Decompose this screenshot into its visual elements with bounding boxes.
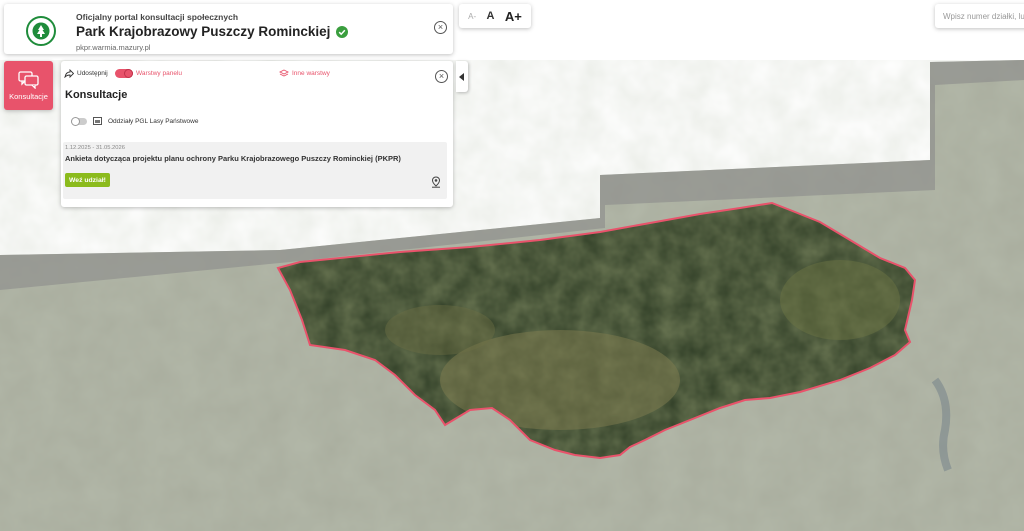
consultations-panel: Udostępnij Warstwy panelu Inne warstwy ×… <box>61 61 453 207</box>
consultation-dates: 1.12.2025 - 31.05.2026 <box>65 145 125 151</box>
konsultacje-label: Konsultacje <box>9 91 48 101</box>
park-title-text: Park Krajobrazowy Puszczy Rominckiej <box>76 24 331 39</box>
panel-toolbar: Udostępnij Warstwy panelu Inne warstwy <box>61 69 453 83</box>
header-card: Oficjalny portal konsultacji społecznych… <box>4 4 453 54</box>
other-layers-label: Inne warstwy <box>292 70 330 77</box>
font-decrease-button[interactable]: A- <box>468 12 476 21</box>
verified-check-icon <box>336 25 349 38</box>
participate-button[interactable]: Weź udział! <box>65 173 110 187</box>
farmland-patch <box>780 260 900 340</box>
layers-panel-toggle[interactable]: Warstwy panelu <box>115 69 182 78</box>
layer-row-pgl: Oddziały PGL Lasy Państwowe <box>71 116 199 126</box>
font-normal-button[interactable]: A <box>487 10 495 22</box>
close-panel-button[interactable]: × <box>435 70 448 83</box>
park-url: pkpr.warmia.mazury.pl <box>76 43 151 52</box>
page-title: Park Krajobrazowy Puszczy Rominckiej <box>76 24 349 39</box>
portal-subtitle: Oficjalny portal konsultacji społecznych <box>76 12 239 22</box>
font-increase-button[interactable]: A+ <box>505 9 522 24</box>
other-layers-button[interactable]: Inne warstwy <box>279 69 330 78</box>
layers-panel-switch[interactable] <box>115 69 133 78</box>
consultation-title[interactable]: Ankieta dotycząca projektu planu ochrony… <box>65 154 401 163</box>
chevron-left-icon <box>459 72 464 81</box>
consultation-item[interactable]: 1.12.2025 - 31.05.2026 Ankieta dotycząca… <box>63 142 447 199</box>
close-header-button[interactable]: × <box>434 21 447 34</box>
chat-bubbles-icon <box>17 70 39 89</box>
konsultacje-button[interactable]: Konsultacje <box>4 61 53 110</box>
tree-icon <box>32 22 50 40</box>
plot-search-input[interactable] <box>935 4 1024 28</box>
share-icon <box>64 69 74 78</box>
image-layer-icon <box>93 117 102 125</box>
layer-pgl-label: Oddziały PGL Lasy Państwowe <box>108 117 199 125</box>
layers-icon <box>279 69 289 77</box>
layers-panel-label: Warstwy panelu <box>136 70 182 77</box>
close-icon: × <box>437 22 444 32</box>
panel-title: Konsultacje <box>65 89 128 101</box>
close-icon: × <box>438 71 445 81</box>
map-pin-icon[interactable] <box>431 176 441 188</box>
farmland-patch <box>385 305 495 355</box>
share-button[interactable]: Udostępnij <box>64 69 108 78</box>
layer-pgl-switch[interactable] <box>71 116 87 126</box>
font-size-controls: A- A A+ <box>459 4 531 28</box>
share-label: Udostępnij <box>77 70 108 77</box>
collapse-panel-tab[interactable] <box>456 61 468 92</box>
park-logo <box>26 16 56 46</box>
